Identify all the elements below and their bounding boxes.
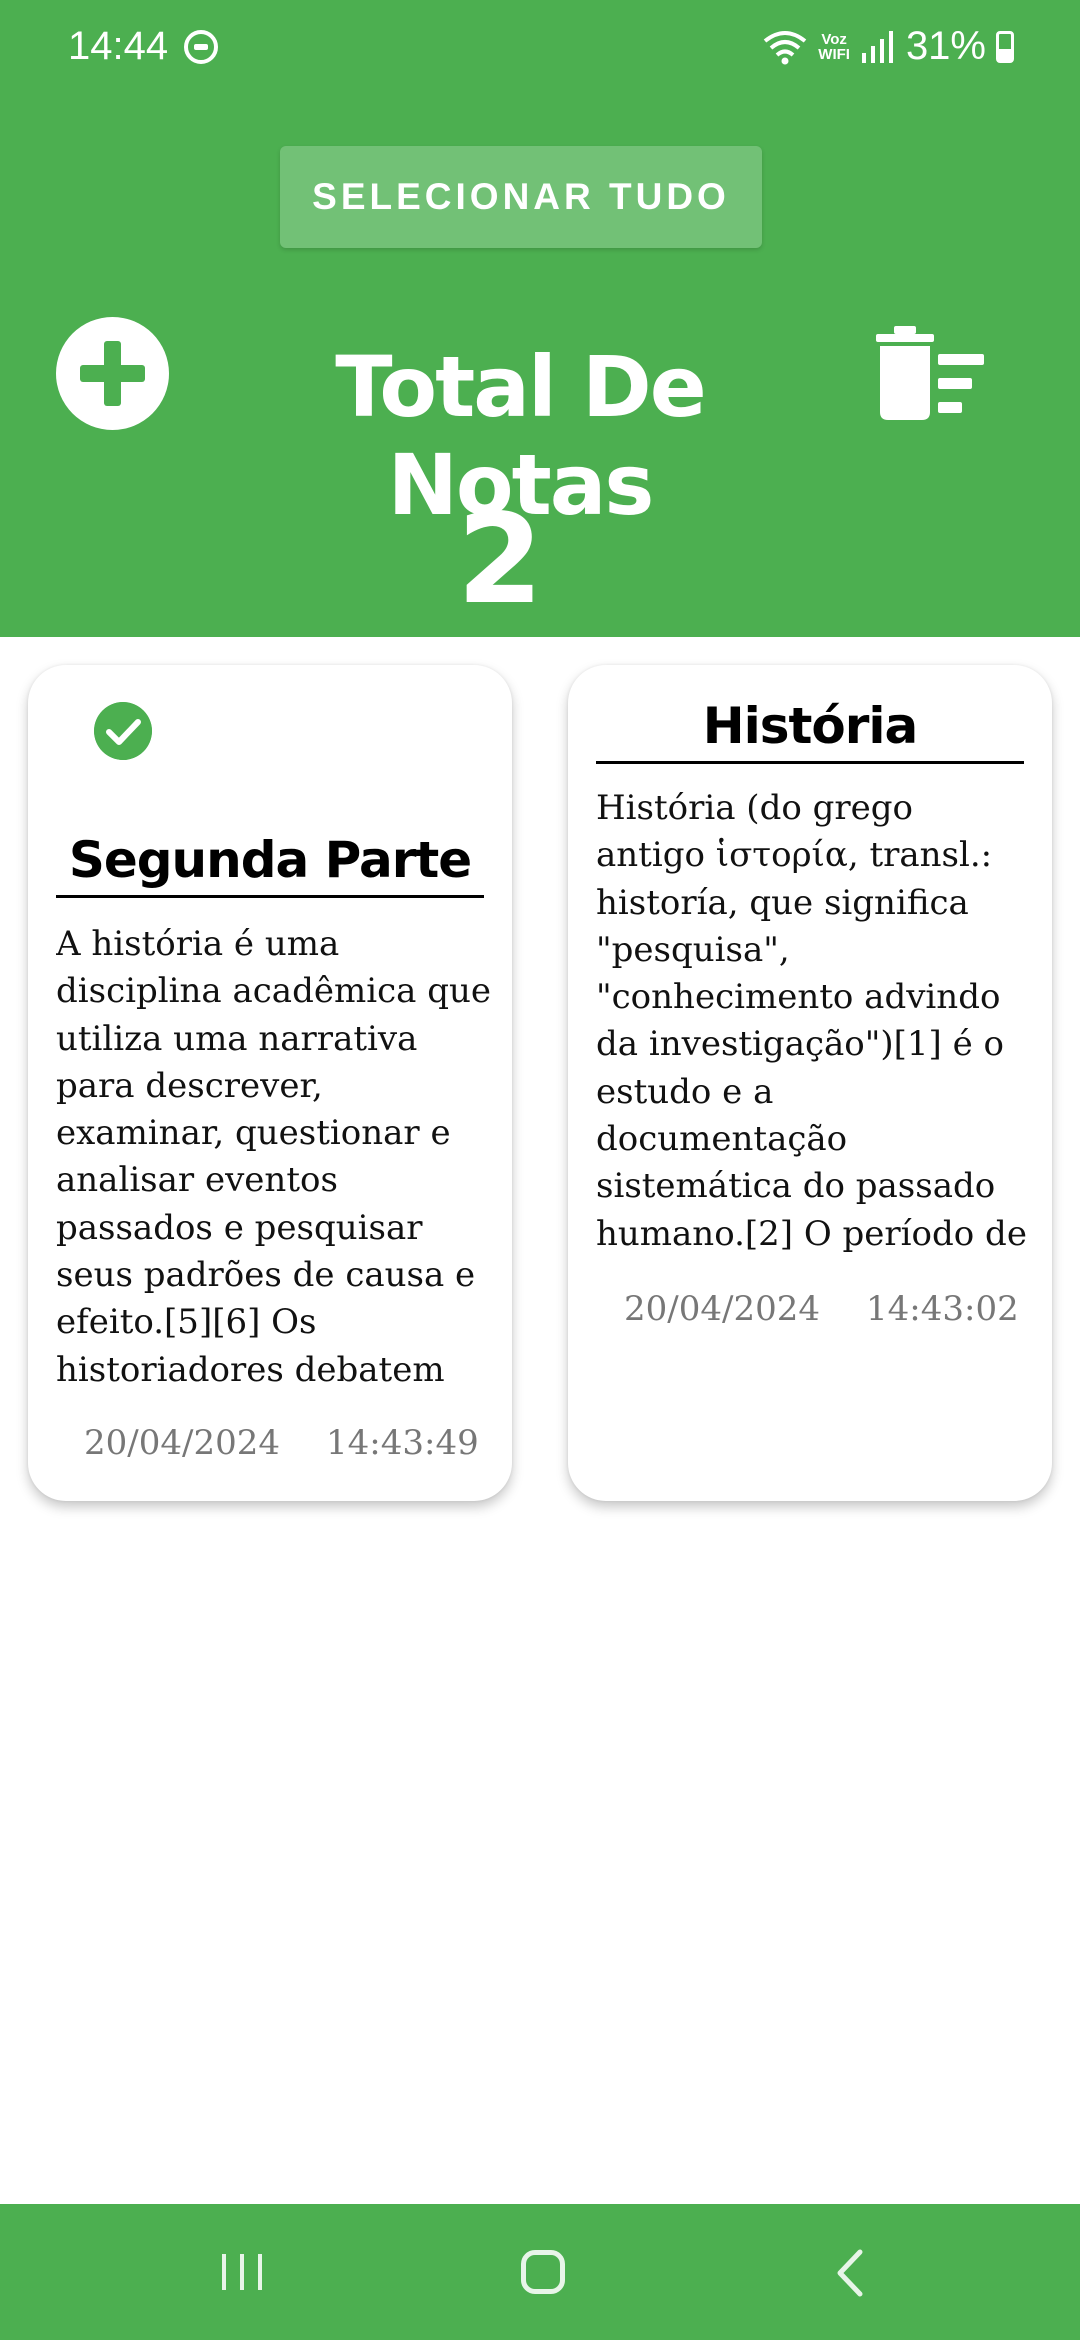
select-all-button[interactable]: SELECIONAR TUDO <box>280 146 762 248</box>
note-card[interactable]: História História (do grego antigo ἱστορ… <box>568 665 1052 1501</box>
system-nav-bar <box>0 2204 1080 2340</box>
back-icon[interactable] <box>830 2248 870 2298</box>
total-notes-count: 2 <box>456 488 544 632</box>
notification-face-icon <box>184 30 218 64</box>
note-title: História <box>596 697 1024 764</box>
app-header: 14:44 Voz WIFI 31% SELECIONAR TUDO Total… <box>0 0 1080 637</box>
status-icons: Voz WIFI 31% <box>762 24 1014 69</box>
note-time: 14:43:49 <box>326 1423 479 1463</box>
voz-wifi-icon: Voz WIFI <box>818 30 850 63</box>
note-date: 20/04/2024 <box>624 1289 820 1329</box>
status-time: 14:44 <box>68 24 169 68</box>
add-note-button[interactable] <box>56 317 169 430</box>
recent-apps-icon[interactable] <box>220 2252 264 2292</box>
note-title: Segunda Parte <box>56 831 484 898</box>
wifi-icon <box>764 30 807 64</box>
signal-icon <box>861 30 893 63</box>
note-time: 14:43:02 <box>866 1289 1019 1329</box>
home-icon[interactable] <box>521 2250 565 2294</box>
note-body: A história é uma disciplina acadêmica qu… <box>56 924 491 1399</box>
status-bar: 14:44 Voz WIFI 31% <box>0 0 1080 96</box>
battery-icon <box>996 30 1014 63</box>
delete-all-icon[interactable] <box>872 326 990 422</box>
note-body: História (do grego antigo ἱστορία, trans… <box>596 788 1027 1263</box>
note-card[interactable]: Segunda Parte A história é uma disciplin… <box>28 665 512 1501</box>
note-date: 20/04/2024 <box>84 1423 280 1463</box>
battery-percent: 31% <box>905 24 986 68</box>
check-circle-icon <box>94 702 152 760</box>
